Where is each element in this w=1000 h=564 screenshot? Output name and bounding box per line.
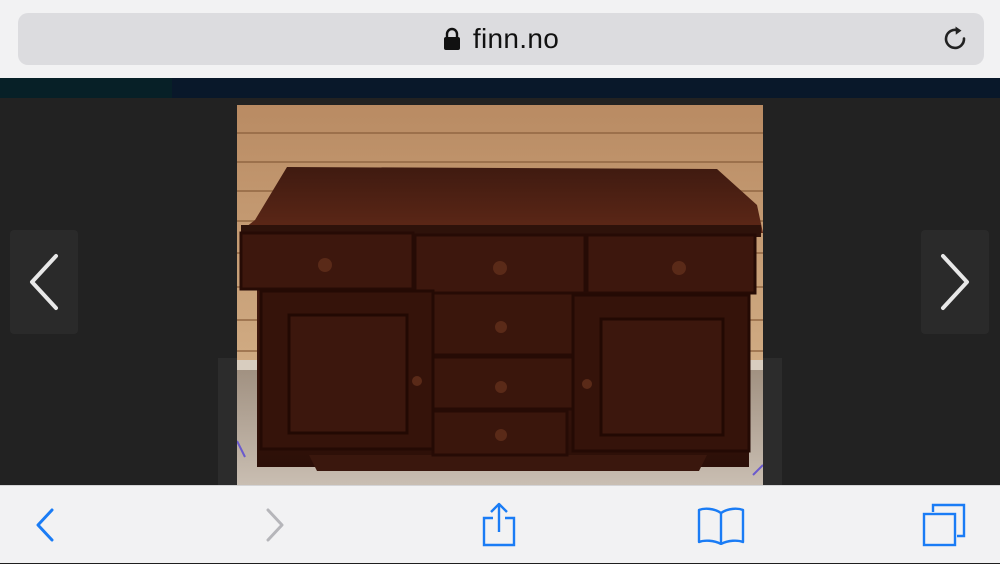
previous-image-button[interactable] (10, 230, 78, 334)
bookmarks-icon (697, 507, 745, 545)
browser-toolbar (0, 485, 1000, 563)
share-icon (482, 502, 516, 547)
lock-icon (443, 27, 460, 50)
next-image-button[interactable] (921, 230, 989, 334)
gallery-side-shade-right (760, 358, 782, 486)
address-bar-content: finn.no (18, 13, 984, 65)
browser-top-bar: finn.no (0, 0, 1000, 78)
listing-photo[interactable] (237, 105, 763, 485)
sideboard-photo (237, 105, 763, 485)
site-header-strip (0, 78, 1000, 98)
forward-button[interactable] (250, 486, 300, 564)
tabs-icon (922, 503, 966, 547)
tabs-button[interactable] (914, 486, 974, 564)
bookmarks-button[interactable] (690, 486, 752, 564)
back-button[interactable] (20, 486, 70, 564)
back-icon (36, 508, 54, 542)
reload-icon[interactable] (942, 25, 970, 53)
image-gallery (0, 98, 1000, 486)
chevron-left-icon (30, 254, 58, 310)
url-domain: finn.no (472, 23, 560, 54)
address-bar[interactable]: finn.no (18, 13, 984, 65)
chevron-right-icon (941, 254, 969, 310)
forward-icon (266, 508, 284, 542)
share-button[interactable] (472, 486, 526, 564)
site-header-accent (0, 78, 172, 98)
